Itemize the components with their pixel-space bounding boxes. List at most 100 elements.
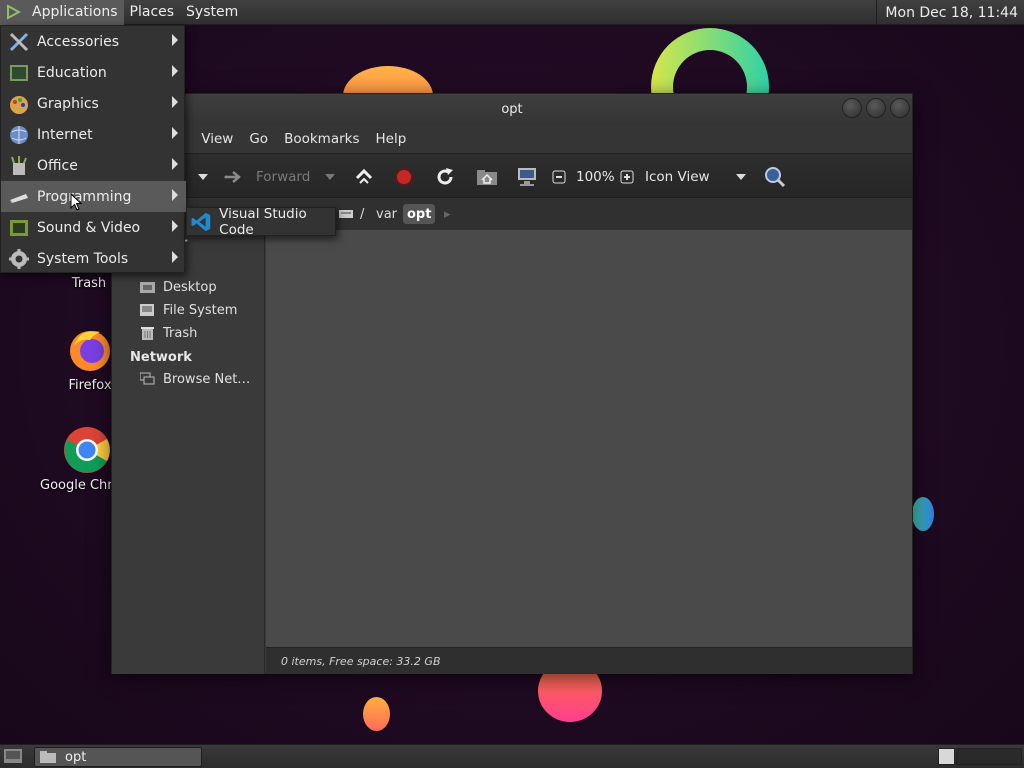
crumb-scroll-right[interactable]: ▸ bbox=[440, 204, 455, 224]
places-sidebar: er 3 Desktop File System Trash Network B… bbox=[112, 230, 265, 674]
home-button[interactable] bbox=[476, 154, 498, 199]
chrome-icon bbox=[64, 427, 110, 473]
wallpaper-blob-small bbox=[363, 697, 390, 731]
crumb-root[interactable]: / bbox=[356, 204, 368, 224]
programming-icon bbox=[8, 186, 30, 208]
zoom-in-icon bbox=[620, 170, 634, 183]
back-dropdown-arrow[interactable] bbox=[198, 154, 208, 199]
sidebar-item-trash[interactable]: Trash bbox=[140, 323, 197, 343]
submenu-arrow-icon bbox=[172, 158, 178, 170]
top-panel: Applications Places System Mon Dec 18, 1… bbox=[0, 0, 1024, 25]
search-button[interactable] bbox=[764, 154, 786, 199]
menu-item-graphics[interactable]: Graphics bbox=[1, 88, 186, 119]
menu-view[interactable]: View bbox=[193, 131, 241, 147]
menu-item-system-tools[interactable]: System Tools bbox=[1, 243, 186, 274]
menu-go[interactable]: Go bbox=[241, 131, 276, 147]
zoom-out-icon bbox=[552, 170, 566, 183]
maximize-button[interactable] bbox=[866, 98, 886, 118]
accessories-icon bbox=[8, 31, 30, 53]
up-arrow-icon bbox=[355, 168, 373, 184]
submenu-arrow-icon bbox=[172, 189, 178, 201]
computer-button[interactable] bbox=[516, 154, 538, 199]
crumb-opt[interactable]: opt bbox=[403, 204, 436, 224]
sidebar-item-label: Trash bbox=[163, 325, 198, 341]
desktop-folder-icon bbox=[140, 282, 155, 293]
menu-item-internet[interactable]: Internet bbox=[1, 119, 186, 150]
forward-button[interactable]: Forward bbox=[224, 154, 310, 199]
menu-item-label: Graphics bbox=[37, 95, 99, 112]
crumb-root-drive[interactable] bbox=[334, 204, 358, 224]
submenu-arrow-icon bbox=[172, 220, 178, 232]
sidebar-item-label: Desktop bbox=[163, 279, 217, 295]
panel-clock[interactable]: Mon Dec 18, 11:44 bbox=[876, 0, 1024, 25]
menu-item-label: Office bbox=[37, 157, 78, 174]
wallpaper-blob-teal bbox=[912, 497, 934, 531]
menu-item-label: Education bbox=[37, 64, 107, 81]
reload-button[interactable] bbox=[435, 154, 455, 199]
sidebar-item-file-system[interactable]: File System bbox=[140, 300, 237, 320]
panel-menu-applications[interactable]: Applications bbox=[26, 0, 124, 25]
desktop-icon-label: Google Chr bbox=[40, 478, 113, 493]
submenu-item-visual-studio-code[interactable]: Visual Studio Code bbox=[186, 206, 336, 238]
status-text: 0 items, Free space: 33.2 GB bbox=[281, 654, 441, 668]
up-button[interactable] bbox=[354, 154, 374, 199]
view-mode-dropdown-arrow[interactable] bbox=[736, 154, 746, 199]
graphics-icon bbox=[8, 93, 30, 115]
applications-menu: Accessories Education Graphics Internet … bbox=[0, 25, 336, 274]
zoom-in-button[interactable] bbox=[620, 154, 634, 199]
window-controls bbox=[842, 98, 910, 118]
internet-icon bbox=[8, 124, 30, 146]
panel-menu-places[interactable]: Places bbox=[124, 0, 181, 25]
computer-icon bbox=[518, 167, 536, 186]
desktop-icon-trash[interactable]: Trash bbox=[64, 276, 114, 291]
view-mode-select[interactable]: Icon View bbox=[645, 154, 750, 199]
search-icon bbox=[765, 166, 786, 187]
submenu-arrow-icon bbox=[172, 34, 178, 46]
menu-item-sound-video[interactable]: Sound & Video bbox=[1, 212, 186, 243]
window-titlebar[interactable]: opt bbox=[112, 94, 912, 125]
sidebar-item-label: File System bbox=[163, 302, 238, 318]
menu-item-accessories[interactable]: Accessories bbox=[1, 26, 186, 57]
zoom-out-button[interactable] bbox=[552, 154, 566, 199]
drive-icon bbox=[140, 304, 154, 316]
taskbar-item-opt[interactable]: opt bbox=[34, 747, 202, 767]
panel-menu-system[interactable]: System bbox=[180, 0, 244, 25]
menu-item-label: System Tools bbox=[37, 250, 129, 267]
menu-item-education[interactable]: Education bbox=[1, 57, 186, 88]
window-toolbar: Forward 100% Icon View bbox=[112, 153, 912, 198]
network-icon bbox=[140, 372, 155, 385]
forward-dropdown-arrow[interactable] bbox=[325, 154, 335, 199]
menu-item-label: Sound & Video bbox=[37, 219, 141, 236]
crumb-var[interactable]: var bbox=[372, 204, 401, 224]
workspace-switcher-2[interactable] bbox=[956, 748, 1022, 765]
distro-logo-icon[interactable] bbox=[0, 0, 26, 25]
forward-label: Forward bbox=[256, 168, 311, 185]
sidebar-item-desktop[interactable]: Desktop bbox=[140, 277, 217, 297]
close-button[interactable] bbox=[890, 98, 910, 118]
minimize-button[interactable] bbox=[842, 98, 862, 118]
show-desktop-button[interactable] bbox=[3, 748, 23, 768]
zoom-level: 100% bbox=[576, 168, 615, 185]
menu-item-label: Internet bbox=[37, 126, 93, 143]
menu-item-programming[interactable]: Programming bbox=[1, 181, 186, 212]
folder-icon bbox=[40, 751, 56, 763]
firefox-icon bbox=[70, 331, 110, 371]
menu-item-office[interactable]: Office bbox=[1, 150, 186, 181]
menu-help[interactable]: Help bbox=[368, 131, 415, 147]
education-icon bbox=[8, 62, 30, 84]
file-manager-window: opt t View Go Bookmarks Help Forward bbox=[111, 93, 913, 674]
submenu-arrow-icon bbox=[172, 96, 178, 108]
stop-button[interactable] bbox=[394, 154, 414, 199]
sidebar-item-browse-network[interactable]: Browse Net… bbox=[140, 369, 250, 389]
status-bar: 0 items, Free space: 33.2 GB bbox=[266, 647, 912, 674]
workspace-switcher-1[interactable] bbox=[938, 748, 955, 765]
sound-video-icon bbox=[8, 217, 30, 239]
desktop-icon-chrome[interactable]: Google Chr bbox=[38, 426, 114, 493]
window-menubar: t View Go Bookmarks Help bbox=[112, 125, 912, 153]
drive-icon bbox=[339, 210, 353, 218]
submenu-arrow-icon bbox=[172, 65, 178, 77]
taskbar-item-label: opt bbox=[65, 749, 87, 765]
window-title: opt bbox=[501, 102, 523, 117]
file-view-area[interactable] bbox=[266, 230, 912, 647]
menu-bookmarks[interactable]: Bookmarks bbox=[276, 131, 367, 147]
